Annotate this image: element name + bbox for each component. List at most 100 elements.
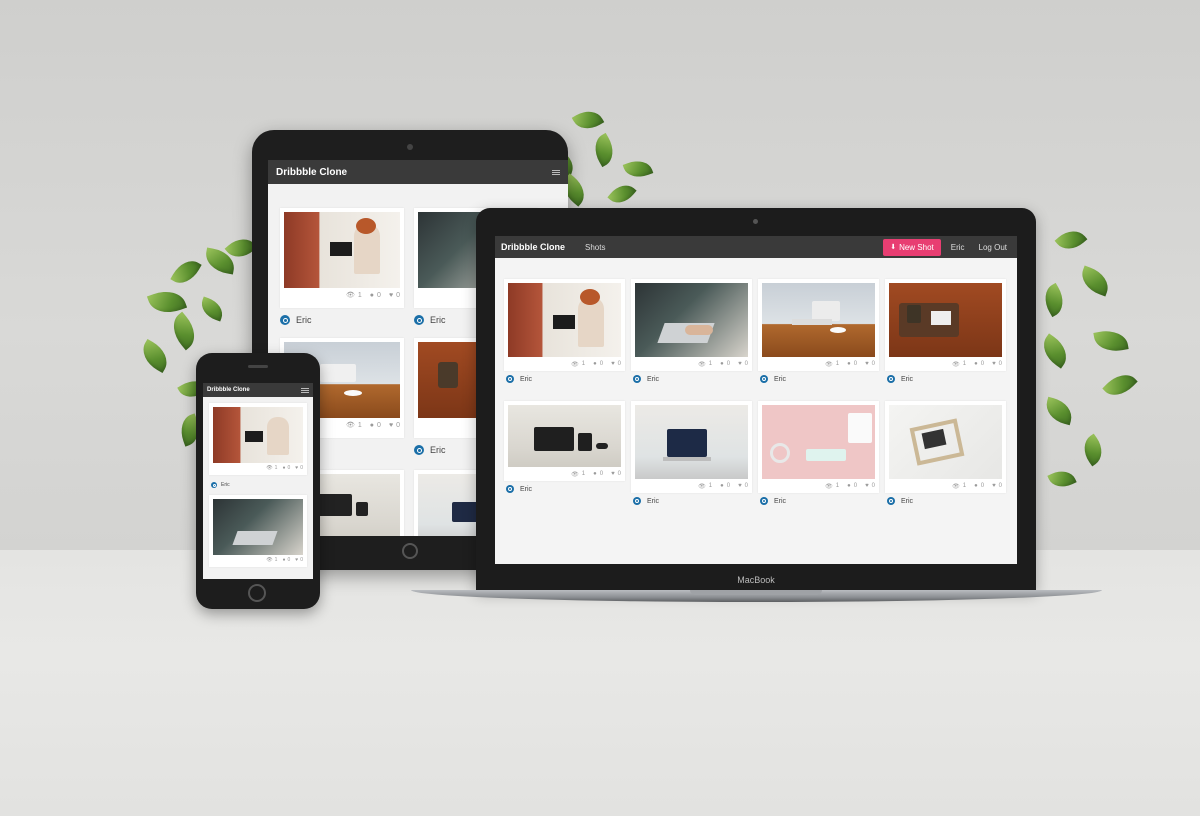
comments-count: 0: [287, 465, 291, 471]
comment-icon: ●: [847, 361, 851, 367]
shot-card[interactable]: 👁 1 ● 0 ♥ 0: [631, 279, 752, 371]
home-button[interactable]: [402, 543, 418, 559]
navbar: Dribbble Clone: [203, 383, 313, 397]
heart-icon[interactable]: ♥: [611, 471, 615, 477]
author-name: Eric: [647, 497, 660, 505]
shot-card[interactable]: 👁 1 ● 0 ♥ 0: [209, 403, 307, 475]
likes-count: 0: [617, 361, 621, 367]
shot-card[interactable]: 👁 1 ● 0 ♥ 0: [504, 401, 625, 481]
shot-author[interactable]: Eric: [758, 493, 879, 509]
views-count: 1: [962, 361, 967, 367]
shot-author[interactable]: Eric: [885, 493, 1006, 509]
new-shot-button[interactable]: ⬇ New Shot: [883, 238, 941, 256]
shot-item: 👁 1 ● 0 ♥ 0 Eric: [631, 279, 752, 387]
comment-icon: ●: [974, 361, 978, 367]
shot-author[interactable]: Eric: [504, 371, 625, 387]
heart-icon: ♥: [388, 421, 394, 429]
shot-author[interactable]: Eric: [631, 371, 752, 387]
brand-logo[interactable]: Dribbble Clone: [276, 167, 347, 178]
views-count: 1: [357, 291, 362, 299]
likes-count: 0: [998, 483, 1002, 489]
heart-icon[interactable]: ♥: [738, 361, 742, 367]
comment-icon: ●: [720, 483, 724, 489]
heart-icon: ♥: [295, 465, 299, 471]
comment-icon: ●: [369, 291, 375, 299]
comments-count: 0: [726, 361, 731, 367]
shot-card[interactable]: 👁 1 ● 0 ♥ 0: [209, 495, 307, 567]
shot-author[interactable]: Eric: [885, 371, 1006, 387]
author-name: Eric: [520, 485, 533, 493]
shot-image[interactable]: [213, 499, 303, 555]
eye-icon: 👁: [952, 361, 960, 368]
shot-card[interactable]: 👁 1 ● 0 ♥ 0: [758, 279, 879, 371]
shot-card[interactable]: 👁 1 ● 0 ♥ 0: [280, 208, 404, 308]
shot-image[interactable]: [508, 405, 621, 467]
shot-author[interactable]: Eric: [758, 371, 879, 387]
shot-author[interactable]: Eric: [414, 312, 446, 328]
heart-icon[interactable]: ♥: [865, 483, 869, 489]
home-button[interactable]: [248, 584, 266, 602]
avatar: [633, 375, 641, 383]
shot-card[interactable]: 👁 1 ● 0 ♥ 0: [885, 279, 1006, 371]
logout-link[interactable]: Log Out: [979, 243, 1007, 252]
shot-author[interactable]: Eric: [631, 493, 752, 509]
heart-icon[interactable]: ♥: [992, 361, 996, 367]
views-count: 1: [274, 465, 278, 471]
avatar: [887, 375, 895, 383]
heart-icon: ♥: [388, 291, 394, 299]
laptop-label: MacBook: [737, 575, 775, 585]
author-name: Eric: [430, 315, 446, 325]
shot-author[interactable]: Eric: [211, 480, 230, 490]
brand-logo[interactable]: Dribbble Clone: [207, 387, 250, 393]
author-name: Eric: [774, 375, 787, 383]
likes-count: 0: [617, 471, 621, 477]
heart-icon[interactable]: ♥: [611, 361, 615, 367]
eye-icon: 👁: [825, 361, 833, 368]
comments-count: 0: [853, 361, 858, 367]
shot-image[interactable]: [635, 405, 748, 479]
shot-card[interactable]: 👁 1 ● 0 ♥ 0: [504, 279, 625, 371]
laptop-screen: Dribbble Clone Shots ⬇ New Shot Eric Log…: [495, 236, 1017, 564]
shot-image[interactable]: [213, 407, 303, 463]
hamburger-menu-icon[interactable]: [301, 387, 309, 393]
nav-user-link[interactable]: Eric: [951, 243, 965, 252]
hamburger-menu-icon[interactable]: [552, 169, 560, 175]
heart-icon[interactable]: ♥: [865, 361, 869, 367]
comment-icon: ●: [282, 465, 286, 471]
camera-dot: [753, 219, 758, 224]
shot-item: 👁 1 ● 0 ♥ 0 Eric: [885, 401, 1006, 509]
comments-count: 0: [853, 483, 858, 489]
shot-image[interactable]: [889, 405, 1002, 479]
shot-card[interactable]: 👁 1 ● 0 ♥ 0: [631, 401, 752, 493]
shot-image[interactable]: [508, 283, 621, 357]
eye-icon: 👁: [346, 422, 355, 429]
shot-image[interactable]: [762, 283, 875, 357]
shot-author[interactable]: Eric: [504, 481, 625, 497]
heart-icon[interactable]: ♥: [992, 483, 996, 489]
heart-icon[interactable]: ♥: [738, 483, 742, 489]
eye-icon: 👁: [266, 465, 273, 471]
shot-image[interactable]: [284, 212, 400, 288]
shot-image[interactable]: [889, 283, 1002, 357]
brand-logo[interactable]: Dribbble Clone: [501, 242, 565, 252]
shot-card[interactable]: 👁 1 ● 0 ♥ 0: [885, 401, 1006, 493]
author-name: Eric: [647, 375, 660, 383]
eye-icon: 👁: [266, 557, 273, 563]
camera-dot: [407, 144, 413, 150]
avatar: [760, 375, 768, 383]
shot-author[interactable]: Eric: [414, 442, 446, 458]
nav-link-shots[interactable]: Shots: [585, 243, 605, 252]
shot-author[interactable]: Eric: [280, 312, 312, 328]
shot-card[interactable]: 👁 1 ● 0 ♥ 0: [758, 401, 879, 493]
comment-icon: ●: [720, 361, 724, 367]
laptop-device: Dribbble Clone Shots ⬇ New Shot Eric Log…: [476, 208, 1036, 590]
phone-speaker: [248, 365, 268, 368]
comment-icon: ●: [847, 483, 851, 489]
shot-image[interactable]: [762, 405, 875, 479]
likes-count: 0: [300, 557, 303, 563]
author-name: Eric: [430, 445, 446, 455]
shot-image[interactable]: [635, 283, 748, 357]
comments-count: 0: [980, 361, 985, 367]
author-name: Eric: [296, 315, 312, 325]
likes-count: 0: [871, 361, 875, 367]
